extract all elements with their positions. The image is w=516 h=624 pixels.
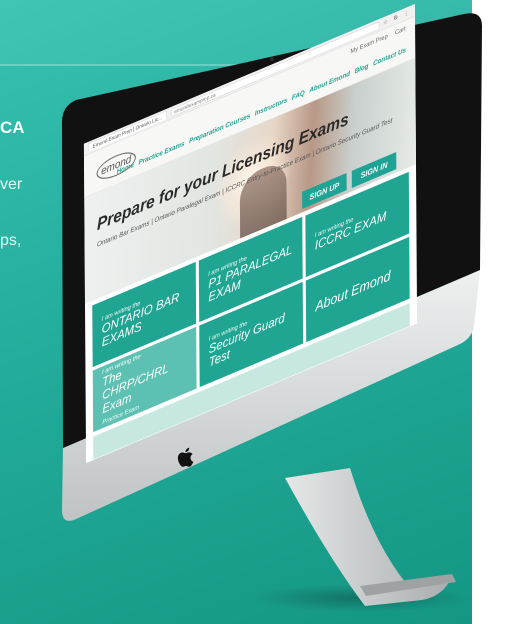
tile-title: About Emond xyxy=(315,267,391,316)
apple-logo-icon xyxy=(177,447,194,467)
cart-link[interactable]: Cart xyxy=(395,25,406,36)
nav-faq[interactable]: FAQ xyxy=(292,88,305,101)
nav-blog[interactable]: Blog xyxy=(355,61,369,75)
camera-dot xyxy=(270,57,274,61)
